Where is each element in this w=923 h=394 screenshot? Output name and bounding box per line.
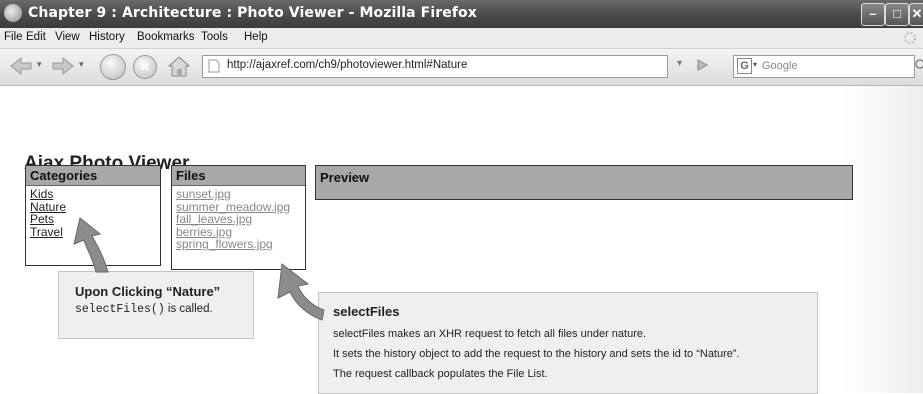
home-icon[interactable] (166, 54, 192, 78)
window-titlebar: Chapter 9 : Architecture : Photo Viewer … (0, 0, 923, 28)
window-title: Chapter 9 : Architecture : Photo Viewer … (28, 5, 477, 21)
callout-selectfiles-line: The request callback populates the File … (333, 368, 548, 380)
callout-click-code: selectFiles() (75, 303, 165, 316)
callout-click-message: selectFiles() is called. (75, 303, 213, 316)
callout-selectfiles: selectFiles selectFiles makes an XHR req… (318, 292, 818, 394)
files-header: Files (172, 166, 305, 186)
go-icon[interactable] (695, 58, 709, 72)
file-link[interactable]: spring_flowers.jpg (172, 238, 305, 251)
files-panel: Files sunset.jpg summer_meadow.jpg fall_… (171, 165, 306, 270)
maximize-button[interactable]: □ (885, 3, 909, 26)
callout-selectfiles-line: It sets the history object to add the re… (333, 348, 740, 360)
file-link[interactable]: sunset.jpg (172, 188, 305, 201)
stop-icon[interactable]: ✕ (133, 55, 157, 79)
url-history-dropdown-icon[interactable]: ▾ (677, 58, 682, 69)
search-icon[interactable] (914, 58, 923, 72)
menu-tools[interactable]: Tools (201, 31, 228, 43)
page-icon (208, 59, 220, 73)
close-button[interactable]: ✕ (909, 3, 923, 26)
category-link-kids[interactable]: Kids (26, 188, 160, 201)
menu-file[interactable]: File (4, 31, 23, 43)
callout-click-suffix: is called. (164, 303, 213, 315)
callout-click-title: Upon Clicking “Nature” (75, 284, 221, 299)
menu-history[interactable]: History (89, 31, 125, 43)
menu-bar: File Edit View History Bookmarks Tools H… (0, 28, 923, 49)
callout-selectfiles-title: selectFiles (333, 304, 400, 319)
navigation-toolbar: ▾ ▾ ✕ http://ajaxref.com/ch9/photoviewer… (0, 49, 923, 86)
page-edge-shade (843, 86, 923, 393)
forward-dropdown-icon[interactable]: ▾ (79, 59, 84, 70)
reload-icon[interactable] (100, 54, 126, 80)
preview-header: Preview (316, 166, 852, 200)
menu-edit[interactable]: Edit (26, 31, 46, 43)
callout-click-nature: Upon Clicking “Nature” selectFiles() is … (58, 271, 254, 339)
categories-header: Categories (26, 166, 160, 186)
search-box[interactable]: G ▾ Google (733, 55, 915, 78)
search-placeholder: Google (762, 60, 798, 72)
callout-arrow-icon (73, 217, 109, 273)
url-text: http://ajaxref.com/ch9/photoviewer.html#… (227, 59, 468, 71)
back-icon[interactable] (8, 55, 34, 77)
search-engine-icon[interactable]: G (737, 58, 752, 74)
preview-panel: Preview (315, 165, 853, 200)
callout-selectfiles-line: selectFiles makes an XHR request to fetc… (333, 328, 647, 340)
minimize-button[interactable]: – (861, 3, 885, 26)
throbber-icon (904, 32, 916, 44)
file-link[interactable]: fall_leaves.jpg (172, 213, 305, 226)
menu-help[interactable]: Help (244, 31, 268, 43)
back-dropdown-icon[interactable]: ▾ (37, 59, 42, 70)
forward-icon[interactable] (50, 55, 76, 77)
callout-arrow-icon (277, 263, 325, 321)
menu-view[interactable]: View (55, 31, 80, 43)
url-bar[interactable]: http://ajaxref.com/ch9/photoviewer.html#… (202, 55, 668, 78)
menu-bookmarks[interactable]: Bookmarks (137, 31, 195, 43)
search-engine-dropdown-icon[interactable]: ▾ (753, 60, 757, 69)
firefox-icon (4, 4, 22, 22)
